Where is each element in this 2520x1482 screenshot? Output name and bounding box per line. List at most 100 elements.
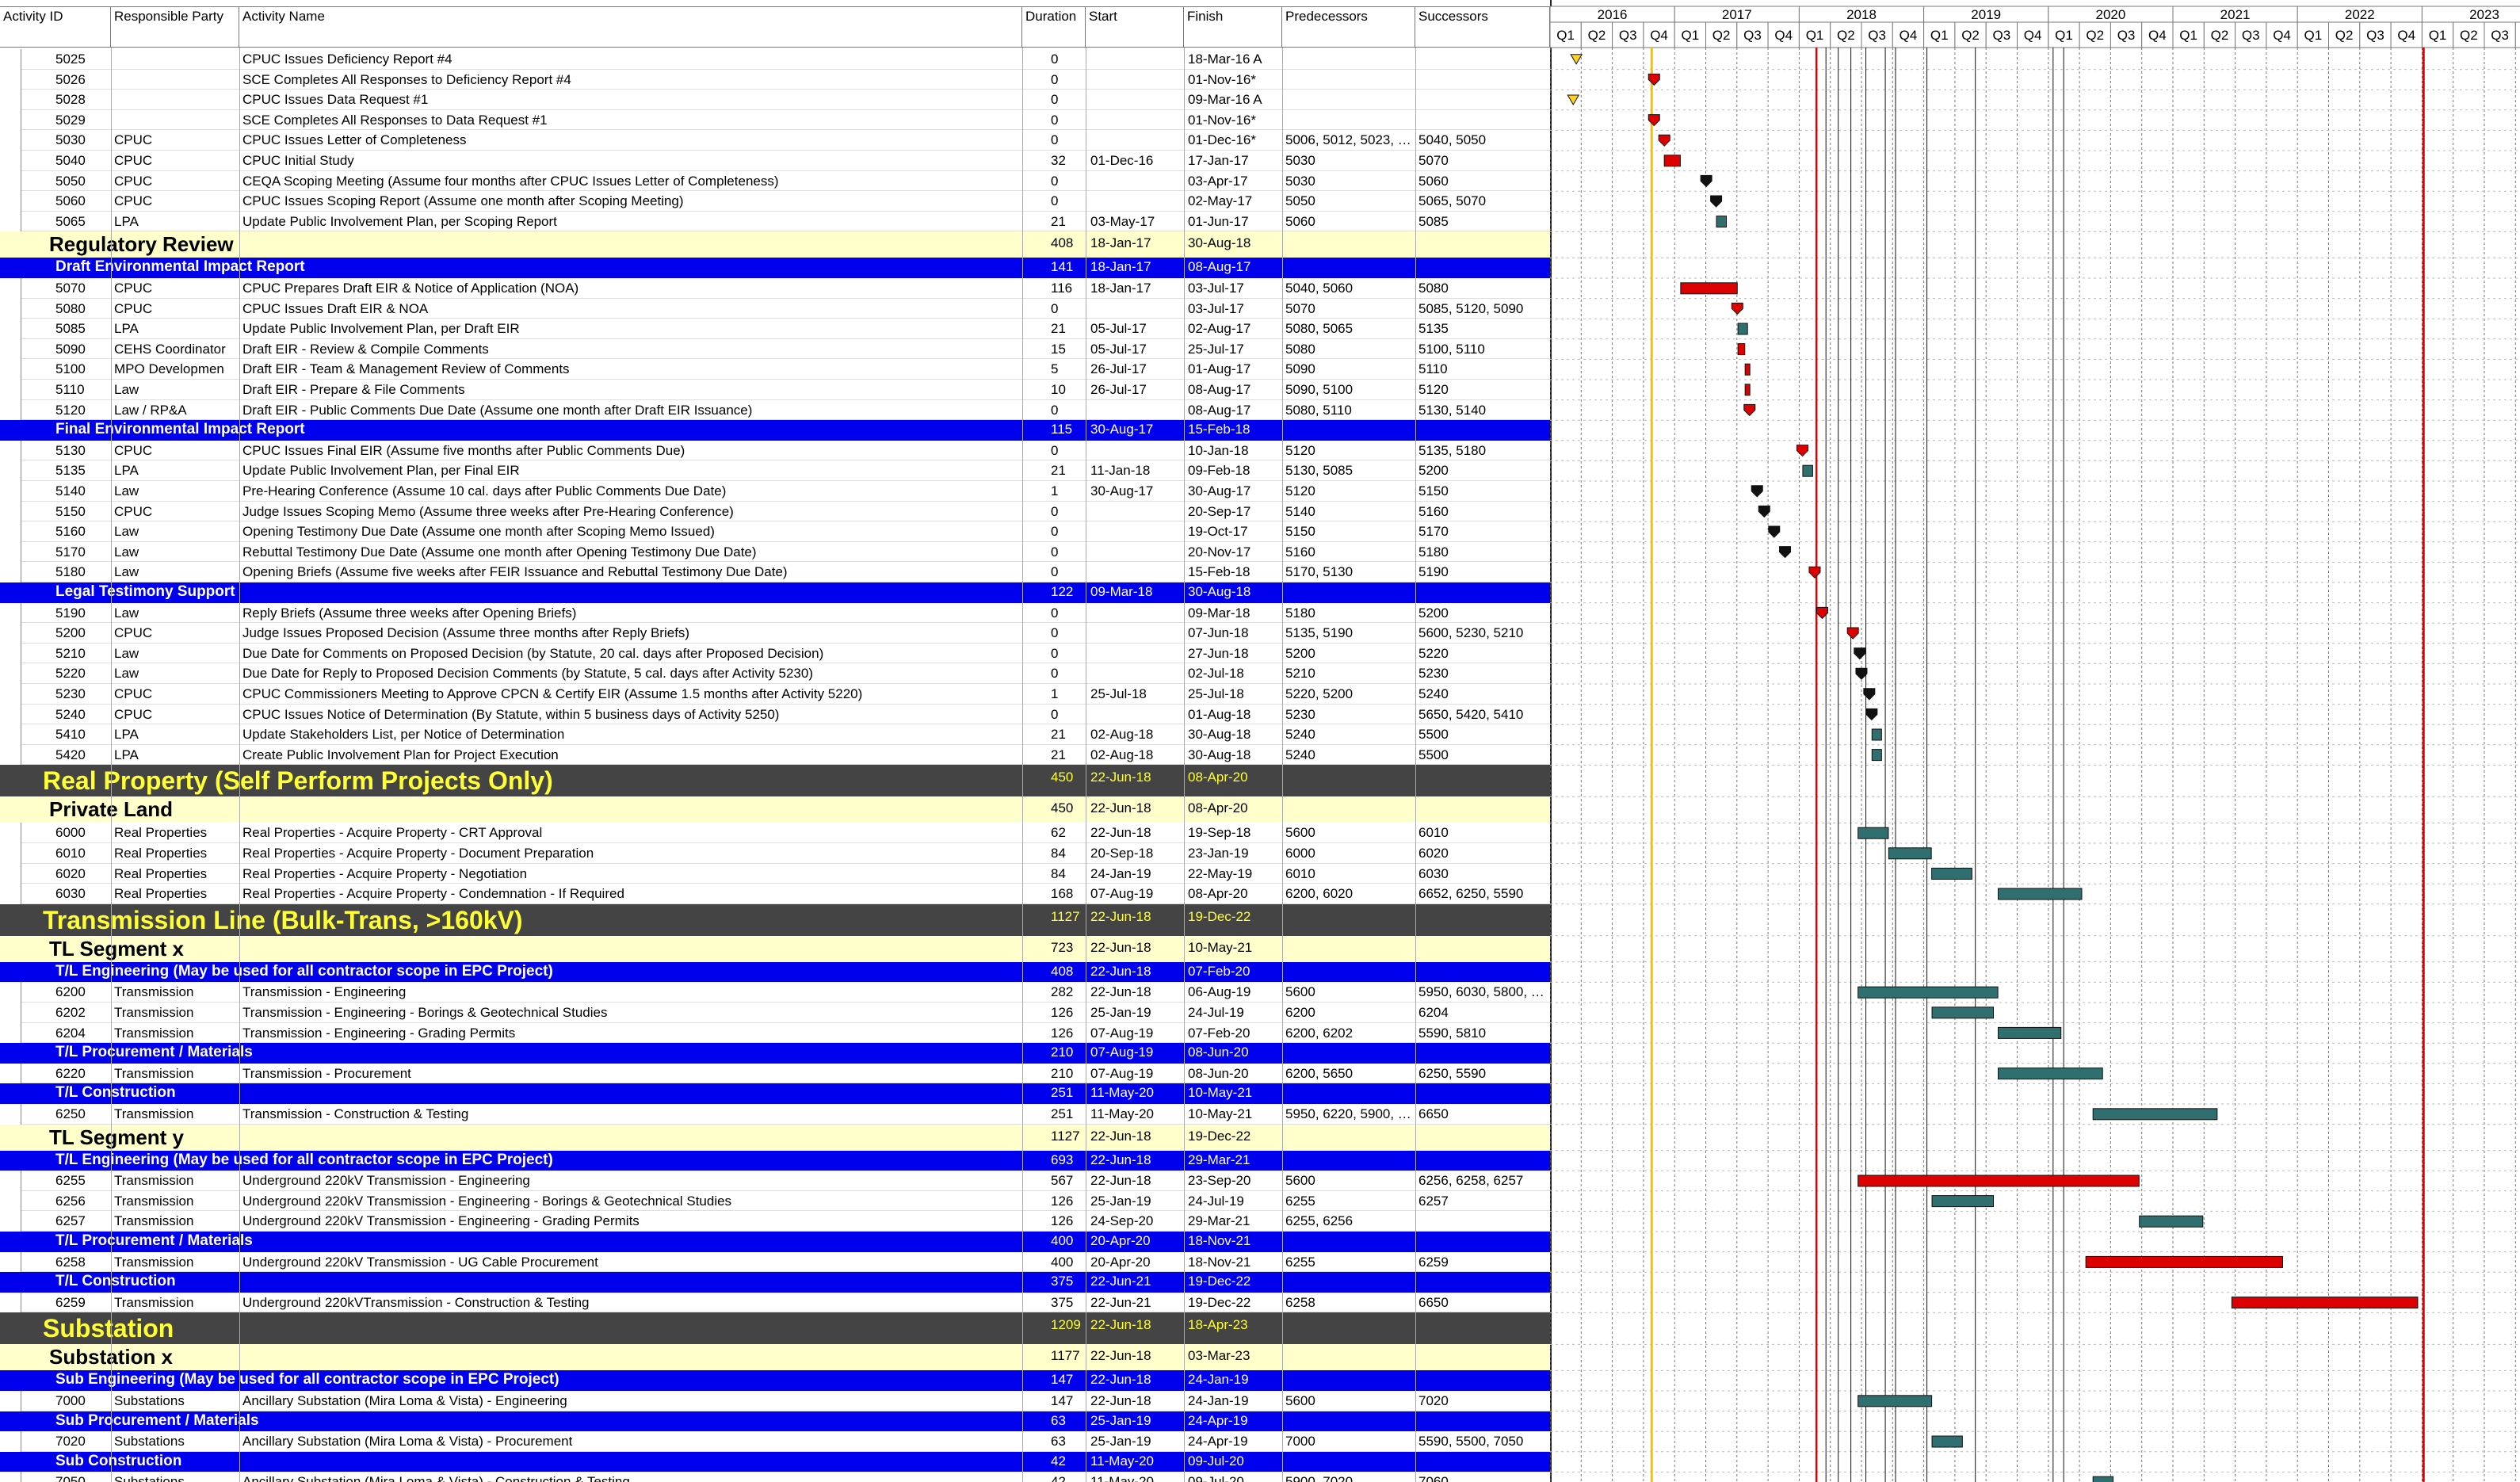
- activity-row[interactable]: 5200 CPUC Judge Issues Proposed Decision (…: [0, 623, 1550, 644]
- wbs-section-row[interactable]: Real Property (Self Perform Projects Onl…: [0, 765, 1550, 797]
- activity-row[interactable]: 5025 CPUC Issues Deficiency Report #4 0 18-…: [0, 49, 1550, 70]
- activity-bar[interactable]: [2092, 1108, 2218, 1121]
- activity-row[interactable]: 5190 Law Reply Briefs (Assume three weeks …: [0, 602, 1550, 624]
- milestone-marker[interactable]: [1743, 403, 1756, 417]
- activity-row[interactable]: 7020 Substations Ancillary Substation (Mir…: [0, 1431, 1550, 1453]
- activity-row[interactable]: 5029 SCE Completes All Responses to Data …: [0, 109, 1550, 131]
- wbs-band-row[interactable]: Sub Procurement / Materials 63 25-Jan-19 24…: [0, 1411, 1550, 1432]
- activity-row[interactable]: 6258 Transmission Underground 220kV Transm…: [0, 1251, 1550, 1273]
- activity-row[interactable]: 6204 Transmission Transmission - Engineeri…: [0, 1022, 1550, 1044]
- wbs-band-row[interactable]: T/L Procurement / Materials 210 07-Aug-19 0…: [0, 1043, 1550, 1064]
- milestone-complete-marker[interactable]: [1567, 94, 1580, 105]
- milestone-complete-marker[interactable]: [1570, 54, 1583, 65]
- activity-row[interactable]: 7050 Substations Ancillary Substation (Mir…: [0, 1472, 1550, 1482]
- milestone-marker[interactable]: [1658, 134, 1670, 147]
- activity-row[interactable]: 5100 MPO Developmen Draft EIR - Team & Man…: [0, 359, 1550, 380]
- activity-bar[interactable]: [2085, 1255, 2283, 1268]
- milestone-marker[interactable]: [1855, 667, 1868, 680]
- activity-bar[interactable]: [1663, 155, 1681, 167]
- activity-row[interactable]: 5080 CPUC CPUC Issues Draft EIR & NOA 0 03-J…: [0, 298, 1550, 319]
- activity-bar[interactable]: [1680, 282, 1738, 295]
- milestone-marker[interactable]: [1700, 174, 1712, 188]
- activity-row[interactable]: 5220 Law Due Date for Reply to Proposed De…: [0, 663, 1550, 685]
- milestone-marker[interactable]: [1854, 647, 1866, 660]
- activity-bar[interactable]: [1858, 1395, 1933, 1408]
- activity-row[interactable]: 5140 Law Pre-Hearing Conference (Assume 10…: [0, 481, 1550, 502]
- activity-row[interactable]: 7000 Substations Ancillary Substation (Mir…: [0, 1391, 1550, 1411]
- activity-row[interactable]: 5085 LPA Update Public Involvement Plan, p…: [0, 319, 1550, 340]
- wbs-group-row[interactable]: TL Segment y 1127 22-Jun-18 19-Dec-22: [0, 1124, 1550, 1151]
- activity-row[interactable]: 6257 Transmission Underground 220kV Transm…: [0, 1211, 1550, 1232]
- activity-bar[interactable]: [1858, 1175, 2140, 1187]
- activity-bar[interactable]: [1871, 749, 1882, 762]
- activity-row[interactable]: 5110 Law Draft EIR - Prepare & File Commen…: [0, 380, 1550, 400]
- wbs-band-row[interactable]: T/L Construction 251 11-May-20 10-May-21: [0, 1083, 1550, 1104]
- activity-row[interactable]: 5065 LPA Update Public Involvement Plan, p…: [0, 211, 1550, 232]
- activity-row[interactable]: 6010 Real Properties Real Properties - Acq…: [0, 843, 1550, 864]
- activity-bar[interactable]: [1737, 323, 1748, 335]
- activity-bar[interactable]: [2139, 1215, 2204, 1228]
- activity-row[interactable]: 5160 Law Opening Testimony Due Date (Assum…: [0, 521, 1550, 543]
- milestone-marker[interactable]: [1779, 546, 1792, 559]
- activity-row[interactable]: 5240 CPUC CPUC Issues Notice of Determinat…: [0, 704, 1550, 725]
- wbs-section-row[interactable]: Transmission Line (Bulk-Trans, >160kV) 11…: [0, 903, 1550, 936]
- activity-bar[interactable]: [1744, 384, 1751, 396]
- activity-row[interactable]: 5150 CPUC Judge Issues Scoping Memo (Assum…: [0, 501, 1550, 522]
- milestone-marker[interactable]: [1751, 485, 1763, 498]
- activity-row[interactable]: 5026 SCE Completes All Responses to Defic…: [0, 69, 1550, 90]
- activity-row[interactable]: 6202 Transmission Transmission - Engineeri…: [0, 1003, 1550, 1023]
- activity-row[interactable]: 5030 CPUC CPUC Issues Letter of Completene…: [0, 130, 1550, 151]
- activity-bar[interactable]: [1716, 216, 1728, 228]
- milestone-marker[interactable]: [1648, 73, 1660, 86]
- activity-row[interactable]: 5060 CPUC CPUC Issues Scoping Report (Assu…: [0, 191, 1550, 212]
- column-header-successors[interactable]: Successors: [1415, 6, 1550, 48]
- wbs-group-row[interactable]: TL Segment x 723 22-Jun-18 10-May-21: [0, 935, 1550, 962]
- activity-bar[interactable]: [1998, 1068, 2103, 1080]
- column-header-activity-id[interactable]: Activity ID: [0, 6, 111, 48]
- milestone-marker[interactable]: [1808, 566, 1821, 579]
- activity-row[interactable]: 5410 LPA Update Stakeholders List, per Not…: [0, 724, 1550, 746]
- activity-row[interactable]: 6000 Real Properties Real Properties - Acq…: [0, 823, 1550, 844]
- activity-bar[interactable]: [1931, 867, 1972, 880]
- milestone-marker[interactable]: [1648, 114, 1660, 127]
- wbs-group-row[interactable]: Regulatory Review 408 18-Jan-17 30-Aug-18: [0, 231, 1550, 258]
- activity-bar[interactable]: [1858, 986, 1999, 999]
- activity-row[interactable]: 5210 Law Due Date for Comments on Proposed…: [0, 643, 1550, 664]
- activity-row[interactable]: 5170 Law Rebuttal Testimony Due Date (Assu…: [0, 541, 1550, 563]
- activity-row[interactable]: 6259 Transmission Underground 220kVTransmi…: [0, 1292, 1550, 1313]
- activity-bar[interactable]: [1858, 827, 1889, 839]
- activity-row[interactable]: 6220 Transmission Transmission - Procureme…: [0, 1063, 1550, 1084]
- activity-row[interactable]: 5050 CPUC CEQA Scoping Meeting (Assume fou…: [0, 170, 1550, 192]
- activity-bar[interactable]: [1931, 1195, 1995, 1208]
- wbs-band-row[interactable]: T/L Procurement / Materials 400 20-Apr-20 1…: [0, 1232, 1550, 1252]
- activity-bar[interactable]: [2231, 1297, 2419, 1309]
- activity-row[interactable]: 5135 LPA Update Public Involvement Plan, p…: [0, 460, 1550, 482]
- activity-row[interactable]: 6200 Transmission Transmission - Engineeri…: [0, 982, 1550, 1003]
- wbs-group-row[interactable]: Private Land 450 22-Jun-18 08-Apr-20: [0, 796, 1550, 823]
- column-header-finish[interactable]: Finish: [1184, 6, 1282, 48]
- activity-bar[interactable]: [1931, 1006, 1995, 1019]
- activity-row[interactable]: 6255 Transmission Underground 220kV Transm…: [0, 1171, 1550, 1192]
- wbs-band-row[interactable]: T/L Engineering (May be used for all con…: [0, 1150, 1550, 1171]
- milestone-marker[interactable]: [1865, 708, 1878, 721]
- wbs-group-row[interactable]: Substation x 1177 22-Jun-18 03-Mar-23: [0, 1344, 1550, 1371]
- activity-bar[interactable]: [1744, 363, 1751, 376]
- wbs-band-row[interactable]: Sub Engineering (May be used for all con…: [0, 1370, 1550, 1391]
- milestone-marker[interactable]: [1731, 302, 1743, 315]
- wbs-band-row[interactable]: T/L Engineering (May be used for all con…: [0, 961, 1550, 983]
- milestone-marker[interactable]: [1846, 627, 1859, 640]
- activity-bar[interactable]: [2092, 1476, 2114, 1482]
- wbs-band-row[interactable]: Final Environmental Impact Report 115 30-A…: [0, 420, 1550, 441]
- activity-bar[interactable]: [1737, 343, 1746, 356]
- activity-bar[interactable]: [1998, 888, 2083, 900]
- wbs-band-row[interactable]: T/L Construction 375 22-Jun-21 19-Dec-22: [0, 1272, 1550, 1293]
- activity-bar[interactable]: [1871, 728, 1882, 741]
- wbs-band-row[interactable]: Draft Environmental Impact Report 141 18-J…: [0, 258, 1550, 278]
- activity-bar[interactable]: [1998, 1026, 2062, 1039]
- activity-row[interactable]: 5040 CPUC CPUC Initial Study 32 01-Dec-16 17-…: [0, 151, 1550, 171]
- activity-bar[interactable]: [1802, 464, 1813, 477]
- milestone-marker[interactable]: [1768, 525, 1781, 538]
- column-header-duration[interactable]: Duration: [1022, 6, 1086, 48]
- activity-bar[interactable]: [1931, 1435, 1963, 1448]
- wbs-band-row[interactable]: Sub Construction 42 11-May-20 09-Jul-20: [0, 1451, 1550, 1472]
